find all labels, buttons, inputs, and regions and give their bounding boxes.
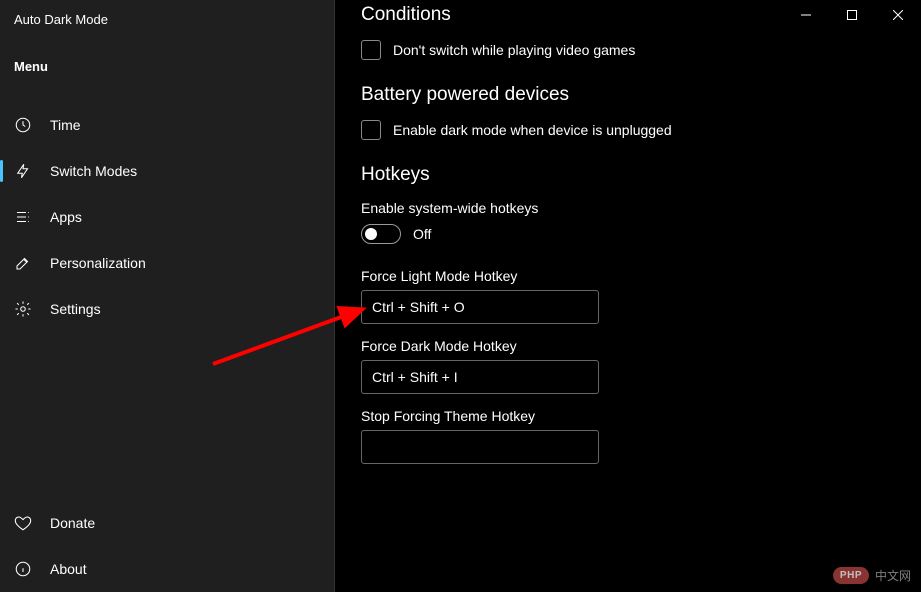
battery-unplugged-checkbox[interactable] [361,120,381,140]
toggle-state-label: Off [413,226,431,242]
sidebar-item-label: Time [50,117,81,133]
info-icon [14,560,32,578]
stop-forcing-hotkey-input[interactable] [361,430,599,464]
watermark-badge: PHP [833,567,869,584]
force-dark-hotkey-input[interactable] [361,360,599,394]
sidebar-item-label: Apps [50,209,82,225]
switch-icon [14,162,32,180]
maximize-button[interactable] [829,0,875,30]
apps-icon [14,208,32,226]
sidebar-item-about[interactable]: About [0,546,334,592]
heart-icon [14,514,32,532]
force-light-hotkey-input[interactable] [361,290,599,324]
watermark: PHP 中文网 [833,567,911,584]
enable-hotkeys-toggle-row: Off [361,224,895,244]
sidebar: Auto Dark Mode Menu Time Switch Modes Ap… [0,0,335,592]
window-controls [783,0,921,30]
enable-hotkeys-label: Enable system-wide hotkeys [361,200,895,216]
sidebar-item-donate[interactable]: Donate [0,500,334,546]
section-title-battery: Battery powered devices [361,84,895,106]
force-dark-hotkey-label: Force Dark Mode Hotkey [361,338,895,354]
toggle-knob [365,228,377,240]
sidebar-item-label: Personalization [50,255,146,271]
sidebar-item-settings[interactable]: Settings [0,286,334,332]
enable-hotkeys-toggle[interactable] [361,224,401,244]
conditions-video-games-checkbox[interactable] [361,40,381,60]
force-light-hotkey-label: Force Light Mode Hotkey [361,268,895,284]
conditions-checkbox-row: Don't switch while playing video games [361,40,895,60]
app-title: Auto Dark Mode [0,0,334,37]
sidebar-item-personalization[interactable]: Personalization [0,240,334,286]
checkbox-label: Don't switch while playing video games [393,42,635,58]
edit-icon [14,254,32,272]
watermark-text: 中文网 [875,567,911,584]
minimize-button[interactable] [783,0,829,30]
sidebar-item-label: About [50,561,87,577]
battery-checkbox-row: Enable dark mode when device is unplugge… [361,120,895,140]
nav-list: Time Switch Modes Apps Personalization S… [0,102,334,592]
section-title-hotkeys: Hotkeys [361,164,895,186]
sidebar-item-label: Donate [50,515,95,531]
close-button[interactable] [875,0,921,30]
checkbox-label: Enable dark mode when device is unplugge… [393,122,672,138]
sidebar-item-apps[interactable]: Apps [0,194,334,240]
sidebar-item-time[interactable]: Time [0,102,334,148]
main-content: Conditions Don't switch while playing vi… [335,0,921,592]
sidebar-item-switch-modes[interactable]: Switch Modes [0,148,334,194]
gear-icon [14,300,32,318]
stop-forcing-hotkey-label: Stop Forcing Theme Hotkey [361,408,895,424]
sidebar-item-label: Settings [50,301,101,317]
sidebar-item-label: Switch Modes [50,163,137,179]
menu-label: Menu [0,37,334,80]
clock-icon [14,116,32,134]
